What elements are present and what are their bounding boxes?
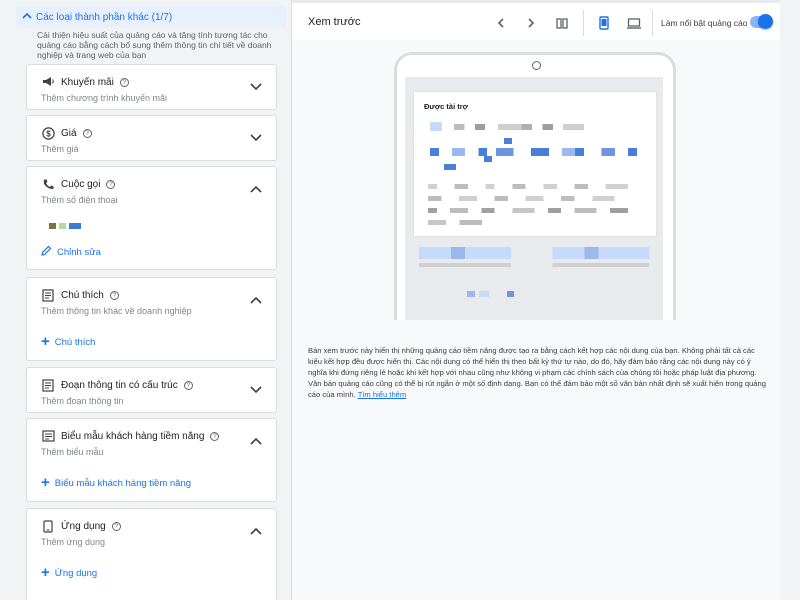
section-description: Cải thiện hiệu suất của quảng cáo và tăn… <box>37 30 272 60</box>
action-label: Biểu mẫu khách hàng tiềm năng <box>54 477 192 489</box>
card-title: Đoạn thông tin có cấu trúc <box>61 379 178 391</box>
chevron-up-icon <box>22 11 32 22</box>
phone-screen: Được tài trợ <box>405 77 663 320</box>
card-subtitle: Thêm giá <box>41 144 79 154</box>
blurred-content <box>428 220 518 225</box>
toolbar-divider <box>583 10 584 36</box>
card-subtitle: Thêm số điện thoại <box>41 195 118 205</box>
preview-title: Xem trước <box>308 16 361 28</box>
form-icon <box>41 429 55 443</box>
dollar-icon: $ <box>41 126 55 140</box>
blurred-content <box>419 247 649 259</box>
document-icon <box>41 378 55 392</box>
columns-view-icon[interactable] <box>552 13 572 33</box>
highlight-ads-toggle[interactable] <box>750 14 773 29</box>
plus-icon: + <box>41 564 50 581</box>
action-label: Chú thích <box>54 336 96 348</box>
camera-icon <box>532 61 541 70</box>
card-subtitle: Thêm thông tin khác về doanh nghiệp <box>41 306 192 316</box>
chevron-down-icon[interactable] <box>248 79 264 95</box>
blurred-content <box>444 164 456 170</box>
blurred-content <box>467 291 517 297</box>
preview-disclaimer: Bản xem trước này hiển thị những quảng c… <box>308 345 768 400</box>
plus-icon: + <box>41 333 50 350</box>
blurred-content <box>430 122 442 131</box>
action-label: Chỉnh sửa <box>57 246 101 258</box>
preview-toolbar: Xem trước Làm nổi bật quảng cáo <box>292 8 780 38</box>
card-title: Khuyến mãi <box>61 76 114 88</box>
document-icon <box>41 288 55 302</box>
blurred-content <box>454 124 584 130</box>
blurred-content <box>484 156 492 162</box>
add-app-button[interactable]: + Ứng dụng <box>41 564 98 581</box>
chevron-down-icon[interactable] <box>248 130 264 146</box>
help-icon[interactable]: ? <box>109 290 119 300</box>
add-lead-form-button[interactable]: + Biểu mẫu khách hàng tiềm năng <box>41 474 192 491</box>
card-subtitle: Thêm biểu mẫu <box>41 447 104 457</box>
blurred-content <box>430 148 650 156</box>
top-border <box>292 0 780 3</box>
card-title: Ứng dụng <box>61 520 106 532</box>
megaphone-icon <box>41 75 55 89</box>
card-subtitle: Thêm ứng dụng <box>41 537 106 547</box>
card-subtitle: Thêm chương trình khuyến mãi <box>41 93 167 103</box>
plus-icon: + <box>41 474 50 491</box>
edit-call-button[interactable]: Chỉnh sửa <box>41 245 101 259</box>
card-title: Cuộc gọi <box>61 178 101 190</box>
call-card[interactable]: Cuộc gọi ? Thêm số điện thoại Chỉnh sửa <box>26 166 277 270</box>
phone-mockup: Được tài trợ <box>394 52 676 320</box>
sponsored-label: Được tài trợ <box>424 102 469 111</box>
help-icon[interactable]: ? <box>106 179 116 189</box>
promotion-card[interactable]: Khuyến mãi ? Thêm chương trình khuyến mã… <box>26 64 277 110</box>
blurred-content <box>428 208 650 213</box>
card-title: Giá <box>61 127 77 139</box>
help-icon[interactable]: ? <box>183 380 193 390</box>
phone-number-redacted <box>49 223 84 229</box>
blurred-content <box>419 263 649 267</box>
action-label: Ứng dụng <box>54 567 98 579</box>
help-icon[interactable]: ? <box>82 128 92 138</box>
previous-button[interactable] <box>491 13 511 33</box>
highlight-ads-label: Làm nổi bật quảng cáo <box>661 18 748 28</box>
app-card[interactable]: Ứng dụng ? Thêm ứng dụng + Ứng dụng <box>26 508 277 600</box>
chevron-up-icon[interactable] <box>248 292 264 308</box>
callout-card[interactable]: Chú thích ? Thêm thông tin khác về doanh… <box>26 277 277 361</box>
blurred-content <box>428 184 650 189</box>
svg-text:$: $ <box>46 129 51 138</box>
price-card[interactable]: $ Giá ? Thêm giá <box>26 115 277 161</box>
ad-preview-card: Được tài trợ <box>413 91 657 237</box>
phone-icon <box>41 177 55 191</box>
add-callout-button[interactable]: + Chú thích <box>41 333 96 350</box>
mobile-icon <box>41 519 55 533</box>
lead-form-card[interactable]: Biểu mẫu khách hàng tiềm năng ? Thêm biể… <box>26 418 277 502</box>
chevron-up-icon[interactable] <box>248 181 264 197</box>
blurred-content <box>504 138 512 144</box>
help-icon[interactable]: ? <box>111 521 121 531</box>
scroll-gutter <box>780 0 800 600</box>
chevron-up-icon[interactable] <box>248 433 264 449</box>
mobile-preview-icon[interactable] <box>594 13 614 33</box>
section-header[interactable]: Các loại thành phần khác (1/7) <box>16 6 286 28</box>
next-button[interactable] <box>521 13 541 33</box>
chevron-up-icon[interactable] <box>248 523 264 539</box>
blurred-content <box>428 196 650 201</box>
learn-more-link[interactable]: Tìm hiểu thêm <box>358 390 407 399</box>
card-title: Chú thích <box>61 289 104 301</box>
pencil-icon <box>41 245 52 259</box>
card-title: Biểu mẫu khách hàng tiềm năng <box>61 430 205 442</box>
toggle-knob <box>758 14 773 29</box>
help-icon[interactable]: ? <box>210 431 220 441</box>
desktop-preview-icon[interactable] <box>624 13 644 33</box>
chevron-down-icon[interactable] <box>248 382 264 398</box>
assets-panel: Các loại thành phần khác (1/7) Cải thiện… <box>0 0 292 600</box>
structured-snippet-card[interactable]: Đoạn thông tin có cấu trúc ? Thêm đoạn t… <box>26 367 277 413</box>
section-title: Các loại thành phần khác (1/7) <box>36 11 173 23</box>
help-icon[interactable]: ? <box>119 77 129 87</box>
card-subtitle: Thêm đoạn thông tin <box>41 396 124 406</box>
toolbar-divider <box>652 10 653 36</box>
